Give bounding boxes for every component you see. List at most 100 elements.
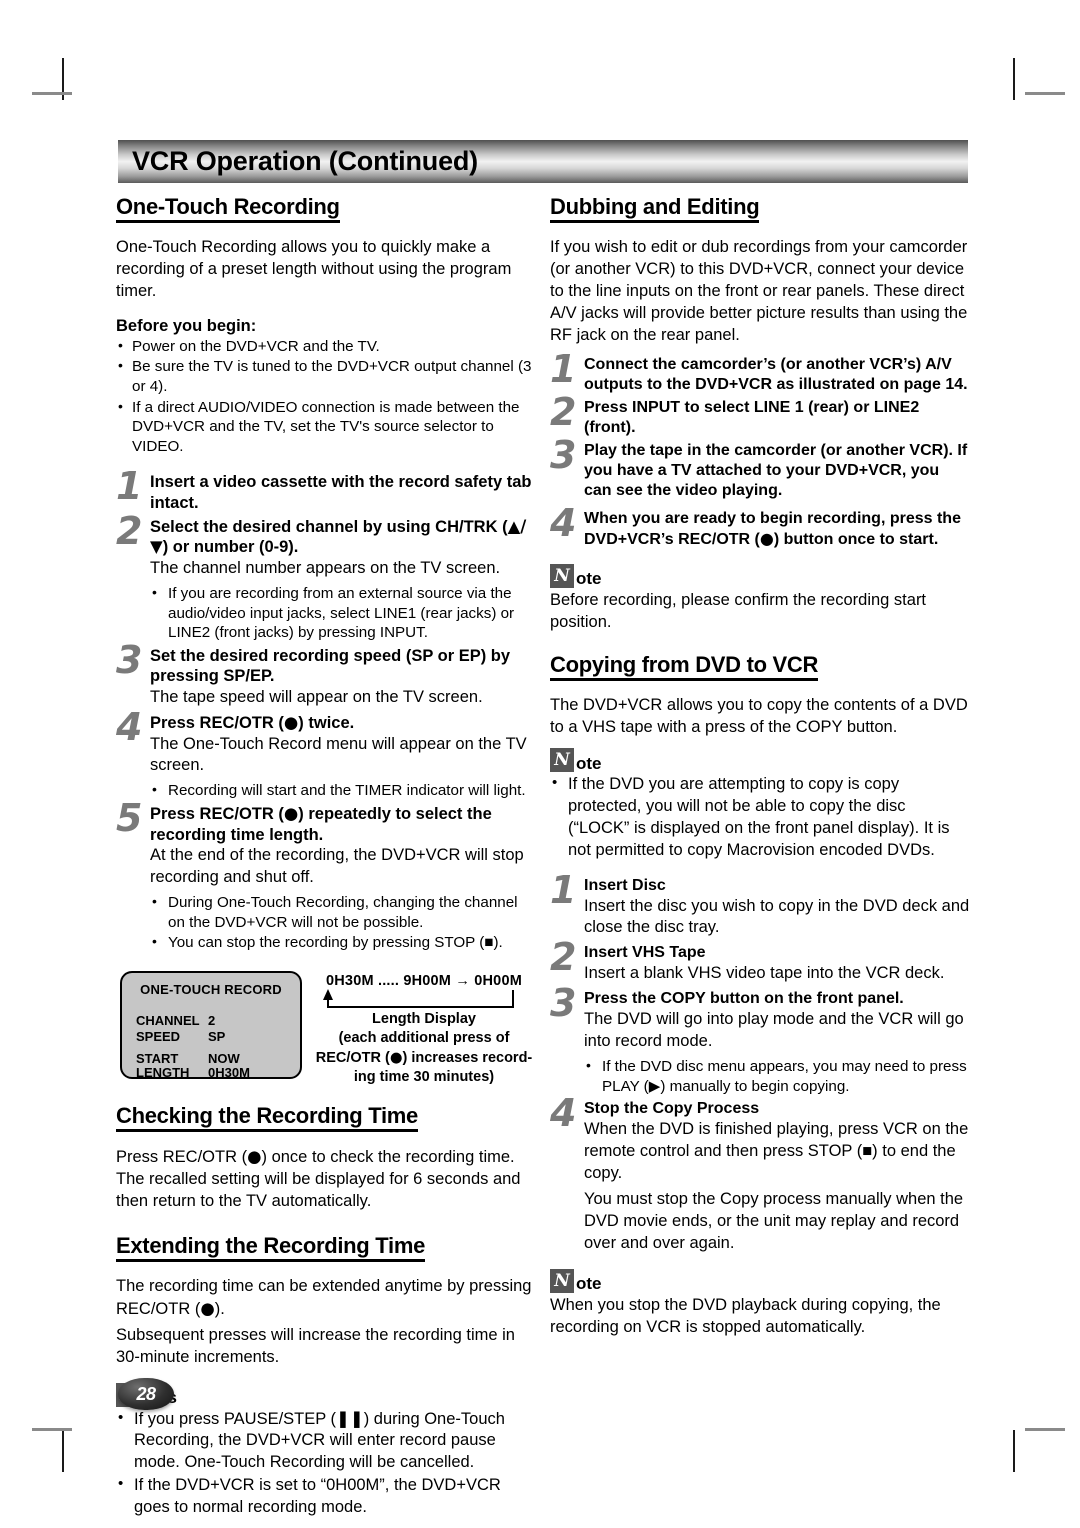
crop-mark-top-right-horizontal (1025, 92, 1065, 95)
notes-heading: N otes (116, 1382, 536, 1407)
record-dot-icon: ● (759, 528, 774, 548)
step-lead: Press INPUT to select LINE 1 (rear) or L… (584, 398, 920, 436)
length-display-values: 0H30M ..... 9H00M → 0H00M (326, 972, 522, 989)
list-item: If you are recording from an external so… (150, 583, 536, 643)
page-title: VCR Operation (Continued) (132, 146, 478, 176)
step-item: 2 Select the desired channel by using CH… (116, 512, 536, 643)
step-lead-pre: Press REC/OTR ( (150, 805, 284, 824)
step-lead: Press REC/OTR (●) repeatedly to select t… (150, 804, 536, 845)
osd-row-length: LENGTH 0H30M (136, 1065, 250, 1080)
note-label: ote (576, 568, 602, 588)
step-item: 4 When you are ready to begin recording,… (550, 504, 970, 550)
osd-row-speed: SPEED SP (136, 1029, 225, 1044)
step-number: 4 (116, 704, 143, 749)
list-item: If the DVD+VCR is set to “0H00M”, the DV… (116, 1474, 536, 1519)
step-bullets: During One-Touch Recording, changing the… (150, 892, 536, 953)
step-number: 2 (550, 935, 577, 980)
list-item: Recording will start and the TIMER indic… (150, 780, 536, 801)
step-lead: Insert VHS Tape (584, 944, 706, 962)
page-header-bar: VCR Operation (Continued) (118, 140, 968, 183)
step-lead: Select the desired channel by using CH/T… (150, 517, 536, 558)
step-bullets: Recording will start and the TIMER indic… (150, 780, 536, 801)
step-lead-post: ) twice. (298, 713, 355, 732)
length-display-diagram: 0H30M ..... 9H00M → 0H00M Length Display… (312, 973, 536, 1087)
copying-note-list: If the DVD you are attempting to copy is… (550, 773, 970, 861)
step-bullets: If the DVD disc menu appears, you may ne… (584, 1056, 970, 1096)
section-heading-dubbing-and-editing: Dubbing and Editing (550, 196, 760, 223)
extending-body-2: Subsequent presses will increase the rec… (116, 1325, 515, 1366)
step-body: The channel number appears on the TV scr… (150, 558, 501, 577)
osd-title: ONE-TOUCH RECORD (140, 981, 282, 997)
record-dot-icon: ● (389, 1049, 403, 1066)
step-lead: Play the tape in the camcorder (or anoth… (584, 441, 968, 499)
step-number: 3 (550, 432, 577, 477)
length-bracket (312, 988, 536, 1009)
list-item: If the DVD disc menu appears, you may ne… (584, 1056, 970, 1096)
crop-mark-bottom-right-horizontal (1025, 1428, 1065, 1431)
step-body-2: You must stop the Copy process manually … (584, 1190, 964, 1253)
crop-mark-top-left-horizontal (32, 92, 72, 95)
step-lead: Stop the Copy Process (584, 1100, 760, 1118)
step-item: 5 Press REC/OTR (●) repeatedly to select… (116, 799, 536, 953)
section-heading-one-touch-recording: One-Touch Recording (116, 196, 340, 223)
right-column: Dubbing and Editing If you wish to edit … (550, 196, 970, 1343)
step-lead-pre: Select the desired channel by using CH/T… (150, 517, 508, 536)
step-lead: When you are ready to begin recording, p… (584, 509, 970, 550)
copying-intro: The DVD+VCR allows you to copy the conte… (550, 695, 968, 736)
step-item: 4 Stop the Copy Process When the DVD is … (550, 1094, 970, 1255)
copying-final-note-text: When you stop the DVD playback during co… (550, 1296, 941, 1336)
list-item: You can stop the recording by pressing S… (150, 932, 536, 953)
section-checking-recording-time: Checking the Recording Time (116, 1104, 536, 1142)
list-item: Power on the DVD+VCR and the TV. (116, 336, 536, 357)
osd-key: CHANNEL (136, 1012, 200, 1028)
step-item: 2 Insert VHS Tape Insert a blank VHS vid… (550, 938, 970, 985)
length-caption-line2: (each additional press of (338, 1030, 510, 1047)
length-caption-line1: Length Display (372, 1010, 476, 1027)
left-column: One-Touch Recording One-Touch Recording … (116, 196, 536, 1519)
osd-key: LENGTH (136, 1064, 190, 1080)
section-copying-dvd-to-vcr: Copying from DVD to VCR (550, 653, 970, 691)
step-number: 3 (550, 981, 577, 1026)
step-bullets: If you are recording from an external so… (150, 583, 536, 643)
list-item: If a direct AUDIO/VIDEO connection is ma… (116, 397, 536, 457)
one-touch-intro: One-Touch Recording allows you to quickl… (116, 238, 512, 300)
step-body: The One-Touch Record menu will appear on… (150, 734, 527, 775)
extending-body-post: ). (214, 1299, 225, 1318)
bracket-vertical-line (512, 989, 514, 1008)
step-body: The tape speed will appear on the TV scr… (150, 687, 483, 706)
crop-mark-bottom-left-vertical (62, 1430, 64, 1472)
section-dubbing-and-editing: Dubbing and Editing (550, 196, 970, 233)
record-dot-icon: ● (283, 804, 299, 824)
step-number: 1 (550, 867, 577, 912)
step-number: 1 (550, 346, 577, 391)
record-dot-icon: ● (200, 1298, 215, 1318)
length-caption-pre: REC/OTR ( (315, 1049, 390, 1066)
step-lead: Insert a video cassette with the record … (150, 473, 532, 513)
step-item: 3 Set the desired recording speed (SP or… (116, 641, 536, 709)
osd-key: SPEED (136, 1028, 181, 1044)
length-caption-line4: ing time 30 minutes) (353, 1069, 495, 1086)
step-lead: Connect the camcorder’s (or another VCR’… (584, 355, 968, 393)
osd-screen-box: ONE-TOUCH RECORD CHANNEL 2 SPEED SP START N… (120, 970, 302, 1080)
notes-list: If you press PAUSE/STEP (❚❚) during One-… (116, 1408, 536, 1519)
section-heading-extending-recording-time: Extending the Recording Time (116, 1234, 425, 1262)
step-lead: Insert Disc (584, 876, 666, 894)
step-lead: Press REC/OTR (●) twice. (150, 713, 536, 734)
step-item: 1 Insert Disc Insert the disc you wish t… (550, 871, 970, 940)
record-dot-icon: ● (247, 1146, 262, 1166)
step-number: 1 (116, 464, 143, 509)
step-body: At the end of the recording, the DVD+VCR… (150, 846, 524, 887)
extending-body-pre: The recording time can be extended anyti… (116, 1276, 532, 1318)
note-icon: N (550, 748, 574, 773)
copying-note-heading: N ote (550, 748, 970, 773)
osd-value: 2 (208, 1012, 216, 1028)
note-label: ote (576, 753, 602, 773)
step-number: 4 (550, 500, 577, 545)
crop-mark-bottom-right-vertical (1013, 1430, 1015, 1472)
step-item: 1 Insert a video cassette with the recor… (116, 467, 536, 513)
step-item: 1 Connect the camcorder’s (or another VC… (550, 350, 970, 395)
note-icon: N (550, 563, 574, 588)
list-item: If the DVD you are attempting to copy is… (550, 773, 970, 861)
step-item: 4 Press REC/OTR (●) twice. The One-Touch… (116, 708, 536, 801)
osd-value: 0H30M (208, 1064, 250, 1080)
